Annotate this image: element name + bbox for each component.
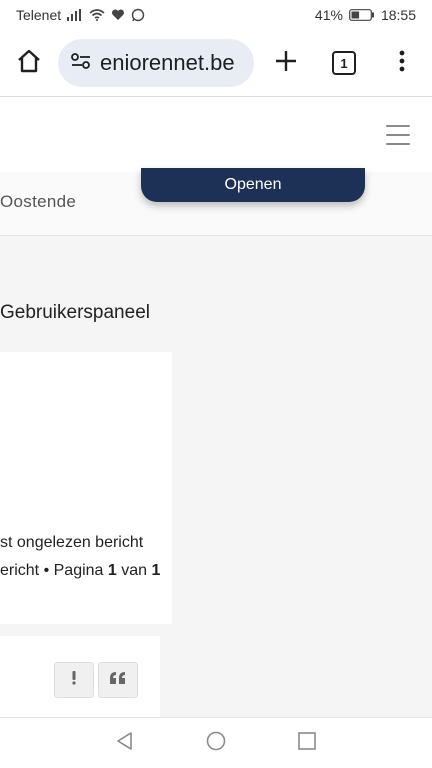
clock: 18:55: [380, 7, 416, 23]
new-tab-icon: [274, 49, 298, 78]
tabs-icon: 1: [332, 51, 356, 75]
pagination-info: ericht • Pagina 1 van 1: [0, 562, 160, 580]
pagination-total: 1: [151, 562, 161, 579]
more-menu-button[interactable]: [382, 43, 422, 83]
home-button[interactable]: [10, 44, 48, 82]
wifi-icon: [89, 9, 105, 21]
status-bar: Telenet 41% 18:55: [0, 0, 432, 30]
whatsapp-icon: [131, 8, 145, 22]
heartbeat-icon: [111, 9, 125, 21]
recent-apps-button[interactable]: [292, 728, 322, 758]
site-header: [0, 96, 432, 172]
status-right: 41% 18:55: [315, 7, 416, 23]
tab-count: 1: [340, 55, 348, 71]
new-tab-button[interactable]: [266, 43, 306, 83]
quote-icon: [109, 671, 127, 690]
home-circle-icon: [206, 731, 226, 756]
back-button[interactable]: [110, 728, 140, 758]
browser-toolbar: eniorennet.be 1: [0, 30, 432, 96]
battery-percent: 41%: [314, 7, 343, 23]
web-page: Oostende Openen Gebruikerspaneel st onge…: [0, 96, 432, 717]
home-icon: [16, 48, 42, 79]
panel-title[interactable]: Gebruikerspaneel: [0, 302, 150, 324]
report-icon: [71, 670, 77, 690]
recent-apps-icon: [298, 731, 316, 755]
hamburger-menu-icon[interactable]: [386, 125, 410, 145]
location-label: Oostende: [0, 192, 77, 211]
carrier-label: Telenet: [16, 7, 62, 23]
url-text[interactable]: eniorennet.be: [100, 50, 235, 76]
unread-message-link[interactable]: st ongelezen bericht: [0, 534, 143, 552]
more-icon: [399, 50, 405, 77]
report-button[interactable]: [54, 662, 94, 698]
site-settings-icon[interactable]: [70, 52, 92, 75]
post-card: [0, 636, 160, 717]
navigation-bar: [0, 717, 432, 768]
pagination-page: 1: [107, 562, 117, 579]
battery-icon: [349, 9, 375, 21]
pagination-prefix: ericht • Pagina: [0, 562, 108, 579]
open-button[interactable]: Openen: [141, 168, 365, 202]
quote-button[interactable]: [98, 662, 138, 698]
status-left: Telenet: [16, 7, 145, 23]
tabs-button[interactable]: 1: [324, 43, 364, 83]
signal-icon: [67, 9, 83, 21]
content-card: st ongelezen bericht ericht • Pagina 1 v…: [0, 352, 172, 624]
home-nav-button[interactable]: [201, 728, 231, 758]
address-bar[interactable]: eniorennet.be: [58, 39, 254, 87]
back-icon: [115, 731, 135, 756]
pagination-middle: van: [116, 562, 152, 579]
